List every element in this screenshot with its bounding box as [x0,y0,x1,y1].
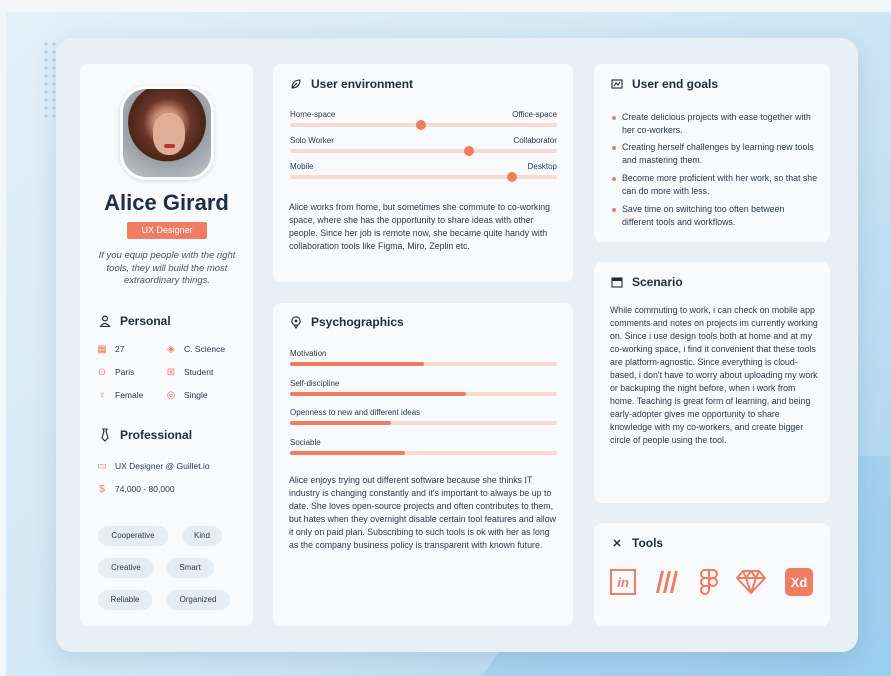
miro-icon [652,567,682,597]
bar-label: Openness to new and different ideas [290,408,421,417]
psychographics-heading: Psychographics [289,315,404,329]
slider-left-label: Solo Worker [290,136,334,145]
role-badge: UX Designer [127,222,207,239]
user-end-goals-card: User end goals Create delicious projects… [594,64,830,242]
slider-left-label: Home-space [290,110,336,119]
environment-slider [290,172,557,182]
gender-item: ♀ Female [96,388,143,402]
bar-label: Motivation [290,349,327,358]
persona-name: Alice Girard [104,190,229,215]
environment-text: Alice works from home, but sometimes she… [289,202,551,251]
bar-fill [290,391,467,396]
personal-title: Personal [120,314,171,328]
slider-right-label: Office-space [512,110,557,119]
wrench-icon: ✕ [612,537,622,550]
slider-knob [415,120,426,130]
age-item: ▦ 27 [97,343,125,355]
trait-chip: Cooperative [98,526,168,546]
trait-chip: Organized [166,590,230,610]
environment-title: User environment [311,77,414,91]
psychographics-card: Psychographics Motivation Self-disciplin… [273,303,573,626]
professional-heading: Professional [98,428,192,442]
trait-chip: Creative [98,558,154,578]
environment-heading: User environment [289,77,413,91]
status-item: ⊞ Student [166,366,214,378]
graduation-cap-icon: ◈ [167,343,175,355]
psychographics-text: Alice enjoys trying out different softwa… [289,475,557,550]
relationship-item: ◎ Single [166,389,208,401]
psychographic-bar [290,450,557,455]
sketch-icon [734,567,768,597]
scenario-text: While commuting to work, i can check on … [610,305,818,445]
bar-fill [290,421,392,425]
invision-icon: in [608,567,638,597]
education-item: ◈ C. Science [165,342,225,356]
bar-fill [290,362,424,366]
adobe-xd-icon: Xd [784,567,814,597]
psychographic-bar [290,421,557,425]
tie-icon [98,428,112,442]
slider-knob [463,146,474,156]
goal-item: Save time on switching too often between… [612,203,818,229]
tools-heading: ✕ Tools [610,536,663,550]
female-icon: ♀ [98,389,106,401]
persona-card: Alice Girard UX Designer If you equip pe… [80,64,253,626]
goals-title: User end goals [632,77,719,91]
psychographic-bar [290,391,557,396]
salary-item: $74,000 - 80,000 [96,482,174,496]
trait-chip: Reliable [98,590,152,610]
trait-chip: Smart [166,558,214,578]
slider-right-label: Desktop [527,162,557,171]
goals-heading: User end goals [610,77,718,91]
flag-icon [610,77,624,91]
slider-left-label: Mobile [290,162,314,171]
location-pin-icon: ⊙ [97,366,107,378]
goal-item: Create delicious projects with ease toge… [612,111,818,137]
psychographics-title: Psychographics [311,315,404,329]
environment-slider [290,120,557,130]
ring-icon: ◎ [166,389,176,401]
leaf-icon [289,77,303,91]
dollar-icon: $ [99,483,105,495]
tools-title: Tools [632,536,664,550]
job-item: ▭ UX Designer @ Guillet.io [97,460,210,472]
persona-quote: If you equip people with the right tools… [98,250,236,286]
user-environment-card: User environment Home-space Office-space… [273,64,573,282]
psychographic-bar [290,362,557,366]
slider-knob [506,172,517,182]
goal-item: Become more proficient with her work, so… [612,172,818,198]
bar-fill [290,450,405,455]
environment-slider [290,146,557,156]
bar-label: Sociable [290,437,321,447]
briefcase-icon: ▭ [97,460,107,472]
trait-chip: Kind [182,526,222,546]
scenario-card: Scenario While commuting to work, i can … [594,262,830,503]
figma-icon [694,567,724,597]
slider-right-label: Collaborator [513,136,557,145]
personal-heading: Personal [98,314,171,328]
professional-title: Professional [120,428,193,442]
calendar-icon: ▦ [97,343,107,355]
tools-card: ✕ Tools in Xd [594,523,830,626]
goal-item: Creating herself challenges by learning … [612,141,818,167]
scenario-heading: Scenario [610,275,683,289]
avatar [120,86,214,180]
bar-label: Self-discipline [290,378,340,388]
window-icon [610,275,624,289]
scenario-title: Scenario [632,275,683,289]
brain-icon [289,315,303,329]
city-item: ⊙ Paris [97,366,135,378]
person-icon [98,314,112,328]
desk-icon: ⊞ [166,366,176,378]
